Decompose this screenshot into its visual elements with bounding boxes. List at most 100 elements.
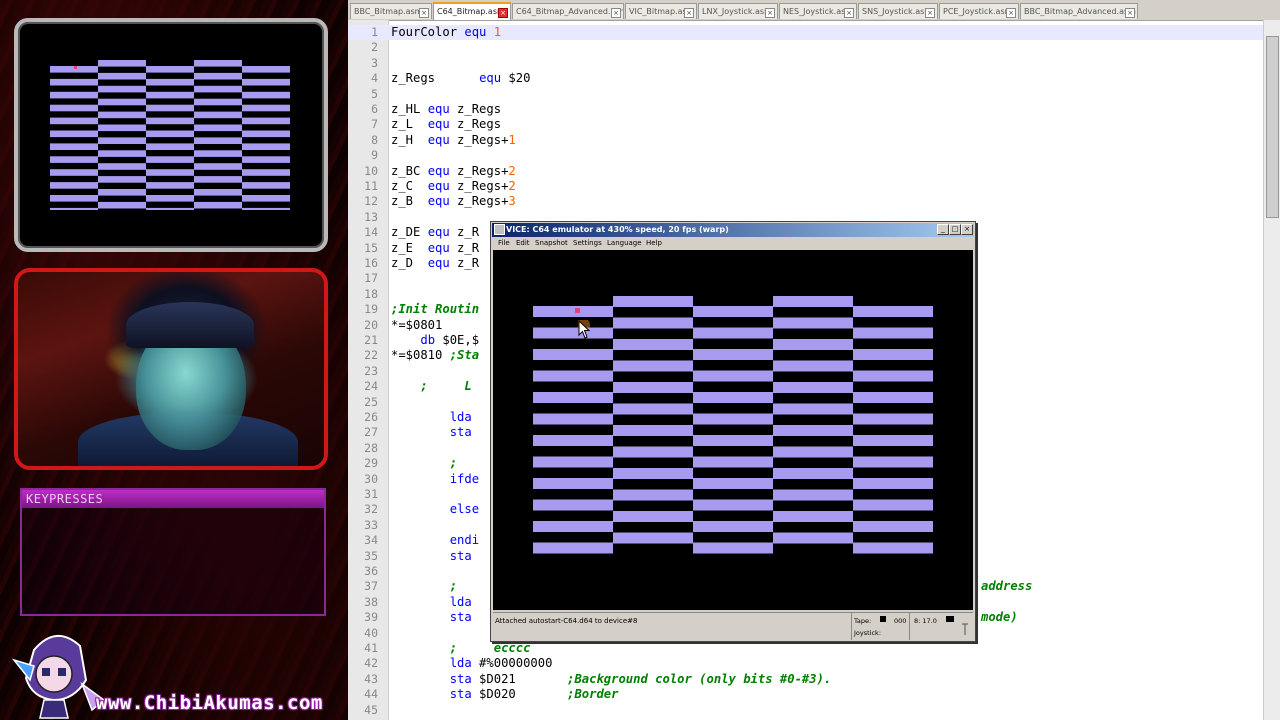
- tab-close-icon[interactable]: ×: [419, 8, 429, 18]
- code-line[interactable]: 4 z_Regs equ $20: [348, 71, 1264, 86]
- code-line[interactable]: 6 z_HL equ z_Regs: [348, 102, 1264, 117]
- bitmap-stripe: [773, 511, 853, 522]
- menu-language[interactable]: Language: [607, 238, 642, 249]
- bitmap-stripe: [50, 207, 98, 210]
- line-text: ;Init Routin: [391, 302, 480, 317]
- line-number: 31: [364, 487, 378, 501]
- line-text: endi: [449, 533, 480, 548]
- bitmap-stripe: [146, 195, 194, 202]
- vertical-scrollbar[interactable]: [1263, 20, 1280, 720]
- vice-menu-bar: File Edit Snapshot Settings Language Hel…: [492, 238, 974, 249]
- bitmap-stripe: [242, 195, 290, 202]
- bitmap-stripe: [533, 435, 613, 446]
- file-tab[interactable]: NES_Joystick.asm ×: [779, 3, 857, 19]
- webcam-feed: [14, 268, 328, 470]
- code-line[interactable]: 43 sta $D021 ;Background color (only bit…: [348, 672, 1264, 687]
- bitmap-stripe: [194, 189, 242, 196]
- bitmap-stripe: [853, 327, 933, 339]
- c64-display[interactable]: [493, 250, 973, 610]
- code-line[interactable]: 2: [348, 40, 1264, 55]
- line-text: ; L: [420, 379, 472, 394]
- file-tab[interactable]: C64_Bitmap.asm ×: [433, 2, 511, 20]
- bitmap-stripe: [194, 176, 242, 183]
- maximize-button[interactable]: □: [949, 224, 961, 235]
- file-tab[interactable]: C64_Bitmap_Advanced.asm ×: [512, 3, 624, 19]
- bitmap-stripe: [693, 478, 773, 489]
- menu-edit[interactable]: Edit: [516, 238, 530, 249]
- line-number: 10: [364, 163, 378, 178]
- line-number: 27: [364, 425, 378, 440]
- line-number: 20: [364, 317, 378, 332]
- line-text: z_Regs equ $20: [391, 71, 531, 86]
- menu-help[interactable]: Help: [646, 238, 662, 249]
- code-line[interactable]: 11 z_C equ z_Regs+2: [348, 179, 1264, 194]
- file-tab-label: LNX_Joystick.asm: [702, 7, 772, 16]
- bitmap-stripe: [98, 150, 146, 157]
- code-line[interactable]: 41 ; ecccc: [348, 641, 1264, 656]
- line-number: 39: [364, 610, 378, 625]
- code-line[interactable]: 12 z_B equ z_Regs+3: [348, 194, 1264, 209]
- minimize-button[interactable]: _: [937, 224, 949, 235]
- bitmap-stripe: [98, 124, 146, 132]
- code-line[interactable]: 5: [348, 87, 1264, 102]
- vice-app-icon[interactable]: [494, 224, 505, 235]
- file-tab[interactable]: LNX_Joystick.asm ×: [698, 3, 778, 19]
- file-tab[interactable]: SNS_Joystick.asm ×: [858, 3, 938, 19]
- tab-close-icon[interactable]: ×: [844, 8, 854, 18]
- line-text: sta $D021 ;Background color (only bits #…: [449, 671, 832, 686]
- file-tab-label: PCE_Joystick.asm: [943, 7, 1013, 16]
- code-line[interactable]: 8 z_H equ z_Regs+1: [348, 133, 1264, 148]
- bitmap-stripe: [242, 66, 290, 73]
- resize-grip-icon[interactable]: [961, 621, 969, 635]
- code-line[interactable]: 1 FourColor equ 1: [348, 25, 1264, 41]
- scrollbar-thumb[interactable]: [1266, 36, 1279, 218]
- tab-close-icon[interactable]: ×: [684, 8, 694, 18]
- bitmap-stripe: [693, 542, 773, 554]
- bitmap-stripe: [98, 98, 146, 106]
- bitmap-stripe: [613, 468, 693, 479]
- bitmap-stripe: [50, 156, 98, 163]
- menu-settings[interactable]: Settings: [573, 238, 602, 249]
- code-line[interactable]: 45: [348, 703, 1264, 718]
- bitmap-stripe: [98, 163, 146, 170]
- line-number: 15: [364, 240, 378, 255]
- tab-close-icon[interactable]: ×: [765, 8, 775, 18]
- tab-close-icon[interactable]: ×: [611, 8, 621, 18]
- bitmap-stripe: [533, 413, 613, 425]
- keypresses-title: KEYPRESSES: [22, 490, 324, 508]
- line-number: 23: [364, 363, 378, 378]
- code-line[interactable]: 10 z_BC equ z_Regs+2: [348, 164, 1264, 179]
- file-tab[interactable]: BBC_Bitmap.asm ×: [350, 3, 432, 19]
- vice-title-bar[interactable]: VICE: C64 emulator at 430% speed, 20 fps…: [492, 223, 974, 237]
- code-line[interactable]: 3: [348, 56, 1264, 71]
- file-tab[interactable]: VIC_Bitmap.asm ×: [625, 3, 697, 19]
- code-line[interactable]: 44 sta $D020 ;Border: [348, 687, 1264, 702]
- tab-close-icon[interactable]: ×: [1006, 8, 1016, 18]
- bitmap-stripe: [194, 98, 242, 106]
- tab-close-icon[interactable]: ×: [925, 8, 935, 18]
- line-text: z_H equ z_Regs+1: [391, 132, 516, 147]
- emulator-preview-frame: [14, 18, 328, 252]
- bitmap-stripe: [533, 478, 613, 489]
- file-tab[interactable]: BBC_Bitmap_Advanced.asm ×: [1020, 3, 1138, 19]
- vice-window-title: VICE: C64 emulator at 430% speed, 20 fps…: [506, 225, 729, 234]
- line-number: 45: [364, 702, 378, 717]
- line-number: 26: [364, 410, 378, 424]
- menu-snapshot[interactable]: Snapshot: [535, 238, 568, 249]
- menu-file[interactable]: File: [498, 238, 510, 249]
- close-button[interactable]: ×: [961, 224, 973, 235]
- bitmap-stripe: [853, 306, 933, 317]
- tape-status: Tape: 000 Joystick:: [851, 613, 908, 640]
- bitmap-stripe: [613, 532, 693, 544]
- bitmap-stripe: [50, 143, 98, 150]
- tab-close-icon[interactable]: ×: [1125, 8, 1135, 18]
- file-tab[interactable]: PCE_Joystick.asm ×: [939, 3, 1019, 19]
- code-line[interactable]: 42 lda #%00000000: [348, 656, 1264, 671]
- webcam-person-cap: [126, 302, 254, 348]
- tab-close-icon[interactable]: ×: [498, 8, 508, 18]
- line-text: ;: [449, 456, 458, 471]
- code-line[interactable]: 9: [348, 148, 1264, 163]
- line-text: z_DE equ z_R: [391, 225, 480, 240]
- vice-emulator-window[interactable]: VICE: C64 emulator at 430% speed, 20 fps…: [490, 221, 976, 642]
- code-line[interactable]: 7 z_L equ z_Regs: [348, 117, 1264, 132]
